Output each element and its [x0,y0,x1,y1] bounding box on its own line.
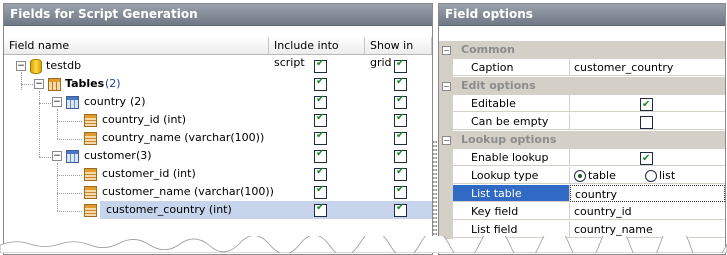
panel-splitter[interactable] [432,140,437,250]
caption-value[interactable]: customer_country [570,59,725,76]
lookup-type-value: table list [570,167,725,184]
field-icon [84,114,97,127]
field-icon [84,168,97,181]
tree-row-label: Tables [65,77,105,90]
show-in-grid-checkbox[interactable] [394,148,407,163]
show-in-grid-checkbox[interactable] [394,202,407,217]
category-lookup-options[interactable]: − Lookup options [439,131,725,149]
database-icon [30,59,42,74]
include-checkbox[interactable] [314,130,327,145]
key-field-value[interactable]: country_id [570,203,725,220]
include-checkbox[interactable] [314,202,327,217]
tree-row-label: customer_name (varchar(100)) [102,185,274,198]
field-options-panel: Field options − Common Caption customer_… [438,3,726,255]
include-checkbox[interactable] [314,112,327,127]
editable-value [570,95,725,113]
show-in-grid-checkbox[interactable] [394,112,407,127]
tree-row-count: (3) [136,149,152,162]
tree-row-label: testdb [46,59,82,72]
tree-row-customer[interactable]: − customer (3) [4,147,432,165]
tree-row-customer-country[interactable]: customer_country (int) [100,201,432,219]
tree-row-customer-name[interactable]: customer_name (varchar(100)) [4,183,432,201]
include-checkbox[interactable] [314,184,327,199]
tables-folder-icon [48,78,61,91]
tree-row-country-name[interactable]: country_name (varchar(100)) [4,129,432,147]
tree-row-customer-id[interactable]: customer_id (int) [4,165,432,183]
collapse-icon[interactable]: − [52,97,62,107]
tree-row-customer-country-icon [4,201,100,219]
prop-editable[interactable]: Editable [439,95,725,113]
tree-row-label: country [84,95,127,108]
show-in-grid-checkbox[interactable] [394,166,407,181]
tree-row-label: customer [84,149,136,162]
collapse-icon[interactable]: − [442,82,451,91]
prop-label: Key field [453,203,570,220]
tree-row-country[interactable]: − country (2) [4,93,432,111]
field-icon [84,204,97,217]
tree-row-country-id[interactable]: country_id (int) [4,111,432,129]
include-checkbox[interactable] [314,166,327,181]
table-icon [66,150,79,163]
category-common[interactable]: − Common [439,41,725,59]
tree-row-label: country_name (varchar(100)) [102,131,265,144]
include-checkbox[interactable] [314,58,327,73]
prop-list-table[interactable]: List table country [439,185,725,203]
collapse-icon[interactable]: − [52,151,62,161]
editable-checkbox[interactable] [640,96,653,113]
field-icon [84,132,97,145]
prop-key-field[interactable]: Key field country_id [439,203,725,221]
can-be-empty-checkbox[interactable] [640,116,653,129]
prop-caption[interactable]: Caption customer_country [439,59,725,77]
category-edit-options[interactable]: − Edit options [439,77,725,95]
include-checkbox[interactable] [314,76,327,91]
show-in-grid-checkbox[interactable] [394,94,407,109]
field-icon [84,186,97,199]
prop-label: Lookup type [453,167,570,184]
can-be-empty-value [570,113,725,130]
field-options-title: Field options [439,4,725,26]
radio-table[interactable] [574,170,586,182]
show-in-grid-checkbox[interactable] [394,184,407,199]
torn-edge [0,236,727,253]
prop-lookup-type[interactable]: Lookup type table list [439,167,725,185]
prop-label: Enable lookup [453,149,570,166]
collapse-icon[interactable]: − [442,136,451,145]
tree-row-label: customer_id (int) [102,167,196,180]
collapse-icon[interactable]: − [442,46,451,55]
show-in-grid-checkbox[interactable] [394,130,407,145]
prop-enable-lookup[interactable]: Enable lookup [439,149,725,167]
property-grid: − Common Caption customer_country − Edit… [439,41,725,254]
radio-table-label: table [588,169,616,182]
category-label: Common [461,43,515,56]
include-checkbox[interactable] [314,94,327,109]
prop-can-be-empty[interactable]: Can be empty [439,113,725,131]
include-checkbox[interactable] [314,148,327,163]
tree-row-count: (2) [105,77,121,90]
tree-row-tables[interactable]: − Tables (2) [4,75,432,93]
category-label: Lookup options [461,133,557,146]
enable-lookup-value [570,149,725,167]
collapse-icon[interactable]: − [16,61,26,71]
list-table-input[interactable]: country [570,185,725,202]
prop-label: Caption [453,59,570,76]
prop-label: Can be empty [453,113,570,130]
fields-tree: − testdb − Tables (2) − country (2) coun… [4,0,432,253]
tree-row-testdb[interactable]: − testdb [4,57,432,75]
tree-row-count: (2) [130,95,146,108]
category-label: Edit options [461,79,536,92]
tree-row-label: country_id (int) [102,113,187,126]
prop-label: Editable [453,95,570,112]
collapse-icon[interactable]: − [34,79,44,89]
radio-list[interactable] [645,170,657,182]
table-icon [66,96,79,109]
show-in-grid-checkbox[interactable] [394,58,407,73]
tree-row-label: customer_country (int) [106,203,232,216]
show-in-grid-checkbox[interactable] [394,76,407,91]
radio-list-label: list [659,169,676,182]
prop-label: List table [453,185,570,202]
enable-lookup-checkbox[interactable] [640,150,653,167]
